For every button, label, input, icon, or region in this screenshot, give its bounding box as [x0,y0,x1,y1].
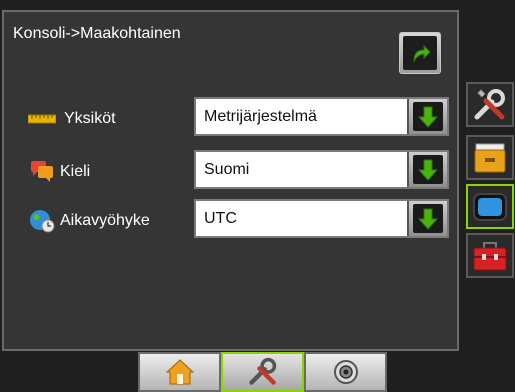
chevron-down-icon [418,208,438,230]
bottom-tab-tools[interactable] [221,352,304,392]
speech-bubbles-icon [28,160,56,184]
language-value: Suomi [204,161,250,178]
language-dropdown-button[interactable] [407,152,447,187]
chevron-down-icon [418,159,438,181]
settings-panel: Konsoli->Maakohtainen Yksiköt Metrijärje… [2,10,459,351]
page-title: Konsoli->Maakohtainen [13,25,181,42]
toolbox-icon [473,241,507,270]
timezone-dropdown-button[interactable] [407,201,447,236]
side-tab-tools[interactable] [466,82,514,127]
globe-clock-icon [28,209,56,233]
side-tab-toolbox[interactable] [466,233,514,278]
side-tab-display[interactable] [466,184,514,229]
side-tab-files[interactable] [466,135,514,180]
timezone-label-row: Aikavyöhyke [28,209,150,233]
ruler-icon [28,107,56,131]
bottom-tab-gps[interactable] [304,352,387,392]
language-select[interactable]: Suomi [194,150,449,189]
timezone-value: UTC [204,210,237,227]
bottom-tab-home[interactable] [138,352,221,392]
gps-dial-icon [333,360,358,384]
tools-icon [474,88,505,119]
display-icon [473,192,507,221]
units-label-row: Yksiköt [28,107,116,131]
units-select[interactable]: Metrijärjestelmä [194,97,449,136]
units-value: Metrijärjestelmä [204,108,317,125]
tools-icon [248,357,276,385]
chevron-down-icon [418,106,438,128]
file-box-icon [474,143,506,172]
language-label-row: Kieli [28,160,90,184]
units-dropdown-button[interactable] [407,99,447,134]
timezone-label: Aikavyöhyke [60,212,150,229]
timezone-select[interactable]: UTC [194,199,449,238]
language-label: Kieli [60,163,91,180]
back-button[interactable] [399,32,441,74]
back-arrow-icon [413,44,431,63]
units-label: Yksiköt [64,110,116,127]
home-icon [165,359,194,385]
